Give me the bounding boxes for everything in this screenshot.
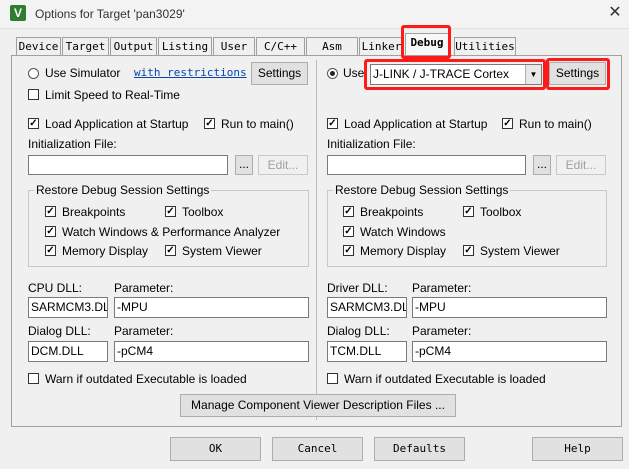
help-button[interactable]: Help bbox=[532, 437, 623, 461]
right-init-file-browse-button[interactable]: ... bbox=[533, 155, 551, 175]
cpu-param-label: Parameter: bbox=[114, 281, 174, 295]
init-file-label: Initialization File: bbox=[28, 137, 117, 151]
watch-windows-label: Watch Windows & Performance Analyzer bbox=[62, 225, 281, 239]
window-title: Options for Target 'pan3029' bbox=[35, 7, 185, 21]
driver-select-highlight bbox=[364, 59, 546, 90]
memory-display-checkbox[interactable]: ✓ bbox=[45, 245, 56, 256]
tab-output[interactable]: Output bbox=[110, 37, 157, 56]
right-system-viewer-checkbox[interactable]: ✓ bbox=[463, 245, 474, 256]
warn-outdated-label: Warn if outdated Executable is loaded bbox=[45, 372, 247, 386]
right-dialog-param-input[interactable]: -pCM4 bbox=[412, 341, 607, 362]
init-file-edit-button[interactable]: Edit... bbox=[258, 155, 308, 175]
driver-dll-input[interactable]: SARMCM3.DLL bbox=[327, 297, 407, 318]
manage-component-viewer-button[interactable]: Manage Component Viewer Description File… bbox=[180, 394, 456, 417]
toolbox-label: Toolbox bbox=[182, 205, 224, 219]
system-viewer-checkbox[interactable]: ✓ bbox=[165, 245, 176, 256]
app-icon: V bbox=[10, 5, 26, 21]
right-watch-windows-checkbox[interactable]: ✓ bbox=[343, 226, 354, 237]
cancel-button[interactable]: Cancel bbox=[272, 437, 363, 461]
right-breakpoints-label: Breakpoints bbox=[360, 205, 424, 219]
right-watch-windows-label: Watch Windows bbox=[360, 225, 446, 239]
right-warn-outdated-checkbox[interactable] bbox=[327, 373, 338, 384]
limit-speed-label: Limit Speed to Real-Time bbox=[45, 88, 180, 102]
defaults-button[interactable]: Defaults bbox=[374, 437, 465, 461]
use-driver-radio[interactable] bbox=[327, 68, 338, 79]
right-load-app-checkbox[interactable]: ✓ bbox=[327, 118, 338, 129]
driver-param-label: Parameter: bbox=[412, 281, 472, 295]
tab-device[interactable]: Device bbox=[16, 37, 61, 56]
right-dialog-param-label: Parameter: bbox=[412, 324, 472, 338]
simulator-settings-button[interactable]: Settings bbox=[251, 62, 308, 85]
right-toolbox-label: Toolbox bbox=[480, 205, 522, 219]
breakpoints-checkbox[interactable]: ✓ bbox=[45, 206, 56, 217]
right-warn-outdated-label: Warn if outdated Executable is loaded bbox=[344, 372, 546, 386]
load-app-checkbox[interactable]: ✓ bbox=[28, 118, 39, 129]
right-memory-display-label: Memory Display bbox=[360, 244, 447, 258]
tab-user[interactable]: User bbox=[213, 37, 255, 56]
right-run-to-main-checkbox[interactable]: ✓ bbox=[502, 118, 513, 129]
dialog-dll-label: Dialog DLL: bbox=[28, 324, 91, 338]
close-icon[interactable]: ✕ bbox=[606, 4, 624, 22]
ok-button[interactable]: OK bbox=[170, 437, 261, 461]
init-file-browse-button[interactable]: ... bbox=[235, 155, 253, 175]
tab-listing[interactable]: Listing bbox=[158, 37, 212, 56]
dialog-param-label: Parameter: bbox=[114, 324, 174, 338]
with-restrictions-link[interactable]: with restrictions bbox=[134, 66, 247, 79]
system-viewer-label: System Viewer bbox=[182, 244, 262, 258]
driver-dll-label: Driver DLL: bbox=[327, 281, 388, 295]
right-load-app-label: Load Application at Startup bbox=[344, 117, 488, 131]
right-dialog-dll-label: Dialog DLL: bbox=[327, 324, 390, 338]
right-breakpoints-checkbox[interactable]: ✓ bbox=[343, 206, 354, 217]
debug-tab-highlight bbox=[401, 25, 451, 59]
right-system-viewer-label: System Viewer bbox=[480, 244, 560, 258]
run-to-main-checkbox[interactable]: ✓ bbox=[204, 118, 215, 129]
right-init-file-label: Initialization File: bbox=[327, 137, 416, 151]
init-file-input[interactable] bbox=[28, 155, 228, 175]
use-simulator-label: Use Simulator bbox=[45, 66, 121, 80]
right-toolbox-checkbox[interactable]: ✓ bbox=[463, 206, 474, 217]
limit-speed-checkbox[interactable] bbox=[28, 89, 39, 100]
right-run-to-main-label: Run to main() bbox=[519, 117, 592, 131]
title-bar: V Options for Target 'pan3029' ✕ bbox=[0, 0, 629, 29]
tab-c-cpp[interactable]: C/C++ bbox=[256, 37, 305, 56]
watch-windows-checkbox[interactable]: ✓ bbox=[45, 226, 56, 237]
breakpoints-label: Breakpoints bbox=[62, 205, 126, 219]
driver-param-input[interactable]: -MPU bbox=[412, 297, 607, 318]
toolbox-checkbox[interactable]: ✓ bbox=[165, 206, 176, 217]
memory-display-label: Memory Display bbox=[62, 244, 149, 258]
right-restore-settings-title: Restore Debug Session Settings bbox=[333, 183, 511, 197]
use-simulator-radio[interactable] bbox=[28, 68, 39, 79]
cpu-dll-input[interactable]: SARMCM3.DLL bbox=[28, 297, 108, 318]
right-dialog-dll-input[interactable]: TCM.DLL bbox=[327, 341, 407, 362]
load-app-label: Load Application at Startup bbox=[45, 117, 189, 131]
right-memory-display-checkbox[interactable]: ✓ bbox=[343, 245, 354, 256]
cpu-dll-label: CPU DLL: bbox=[28, 281, 83, 295]
restore-settings-title: Restore Debug Session Settings bbox=[34, 183, 212, 197]
cpu-param-input[interactable]: -MPU bbox=[114, 297, 309, 318]
tab-asm[interactable]: Asm bbox=[306, 37, 358, 56]
driver-settings-highlight bbox=[546, 58, 610, 90]
run-to-main-label: Run to main() bbox=[221, 117, 294, 131]
tab-linker[interactable]: Linker bbox=[359, 37, 404, 56]
warn-outdated-checkbox[interactable] bbox=[28, 373, 39, 384]
dialog-param-input[interactable]: -pCM4 bbox=[114, 341, 309, 362]
tab-utilities[interactable]: Utilities bbox=[454, 37, 516, 56]
dialog-dll-input[interactable]: DCM.DLL bbox=[28, 341, 108, 362]
tab-target[interactable]: Target bbox=[62, 37, 109, 56]
column-divider bbox=[316, 60, 317, 420]
right-init-file-edit-button[interactable]: Edit... bbox=[556, 155, 606, 175]
right-init-file-input[interactable] bbox=[327, 155, 526, 175]
